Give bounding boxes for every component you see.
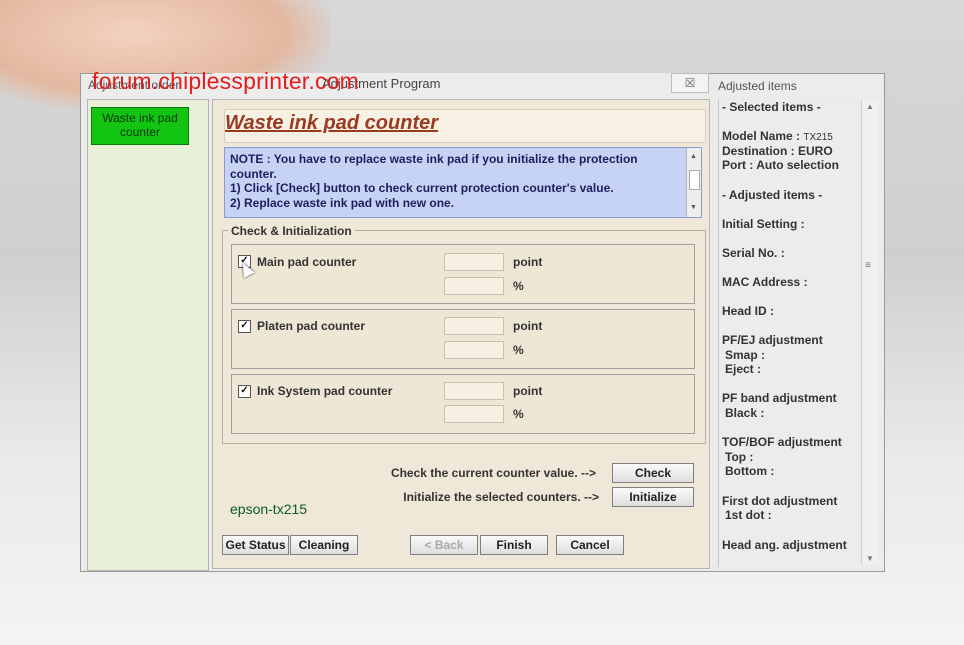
main-pad-percent-unit: % <box>513 279 524 293</box>
mac-address-row: MAC Address : <box>722 275 808 289</box>
check-hint: Check the current counter value. --> <box>390 466 596 480</box>
note-line: counter. <box>230 166 277 181</box>
model-tag: epson-tx215 <box>230 501 308 517</box>
ink-system-pad-percent-unit: % <box>513 407 524 421</box>
black-row: Black : <box>725 406 765 420</box>
group-title: Check & Initialization <box>228 224 355 238</box>
page-title: Waste ink pad counter <box>225 112 439 134</box>
platen-pad-label: Platen pad counter <box>257 319 366 333</box>
model-name-value: TX215 <box>803 132 833 143</box>
adjustment-order-panel <box>87 99 209 571</box>
head-ang-row: Head ang. adjustment <box>722 538 847 552</box>
destination-row: Destination : EURO <box>722 144 833 158</box>
adjusted-items-header: - Adjusted items - <box>722 188 823 202</box>
note-line: 2) Replace waste ink pad with new one. <box>230 195 455 210</box>
finish-button[interactable]: Finish <box>480 535 548 555</box>
pfej-row: PF/EJ adjustment <box>722 333 823 347</box>
first-dot-sub-row: 1st dot : <box>725 508 772 522</box>
platen-pad-percent-unit: % <box>513 343 524 357</box>
main-pad-point-unit: point <box>513 255 543 269</box>
eject-row: Eject : <box>725 362 762 376</box>
scroll-thumb[interactable] <box>689 170 700 190</box>
ink-system-pad-checkbox[interactable]: ✓ <box>238 385 251 398</box>
ink-system-pad-point-field <box>444 382 504 400</box>
platen-pad-point-field <box>444 317 504 335</box>
main-pad-percent-field <box>444 277 504 295</box>
scroll-up-icon[interactable]: ▲ <box>690 150 697 165</box>
cleaning-button[interactable]: Cleaning <box>290 535 358 555</box>
main-pad-label: Main pad counter <box>257 255 357 269</box>
watermark-text: forum.chiplessprinter.com <box>92 68 360 94</box>
right-window-title: Adjusted items <box>718 75 882 97</box>
scroll-down-icon[interactable]: ▼ <box>866 554 874 563</box>
bottom-row: Bottom : <box>725 464 775 478</box>
ink-system-pad-point-unit: point <box>513 384 543 398</box>
ink-system-pad-percent-field <box>444 405 504 423</box>
port-row: Port : Auto selection <box>722 158 839 172</box>
initialize-hint: Initialize the selected counters. --> <box>403 490 599 504</box>
note-scrollbar[interactable]: ▲ ▼ <box>686 148 701 217</box>
back-button[interactable]: < Back <box>410 535 478 555</box>
close-button[interactable]: ☒ <box>671 73 709 93</box>
scroll-down-icon[interactable]: ▼ <box>690 201 697 216</box>
initialize-button[interactable]: Initialize <box>612 487 694 507</box>
scroll-up-icon[interactable]: ▲ <box>866 102 874 111</box>
scroll-grip-icon[interactable]: ≡ <box>865 260 871 271</box>
platen-pad-point-unit: point <box>513 319 543 333</box>
platen-pad-percent-field <box>444 341 504 359</box>
note-line: 1) Click [Check] button to check current… <box>230 181 614 195</box>
initial-setting-row: Initial Setting : <box>722 217 805 231</box>
top-row: Top : <box>725 450 754 464</box>
selected-items-header: - Selected items - <box>722 100 821 114</box>
smap-row: Smap : <box>725 348 766 362</box>
main-pad-point-field <box>444 253 504 271</box>
platen-pad-checkbox[interactable]: ✓ <box>238 320 251 333</box>
note-box: NOTE : You have to replace waste ink pad… <box>224 147 702 218</box>
ink-system-pad-label: Ink System pad counter <box>257 384 393 398</box>
model-name-label: Model Name : <box>722 129 801 143</box>
check-button[interactable]: Check <box>612 463 694 483</box>
note-line: NOTE : You have to replace waste ink pad… <box>230 152 638 166</box>
first-dot-row: First dot adjustment <box>722 494 838 508</box>
pf-band-row: PF band adjustment <box>722 391 837 405</box>
model-name-row: Model Name : TX215 <box>722 129 833 143</box>
tof-bof-row: TOF/BOF adjustment <box>722 435 842 449</box>
page-title-bar: Waste ink pad counter <box>224 109 706 143</box>
serial-no-row: Serial No. : <box>722 246 785 260</box>
nav-item-waste-ink-pad-counter[interactable]: Waste ink pad counter <box>91 107 189 145</box>
right-panel-scrollbar[interactable]: ▲ ≡ ▼ <box>861 100 878 565</box>
head-id-row: Head ID : <box>722 304 775 318</box>
get-status-button[interactable]: Get Status <box>222 535 289 555</box>
cancel-button[interactable]: Cancel <box>556 535 624 555</box>
